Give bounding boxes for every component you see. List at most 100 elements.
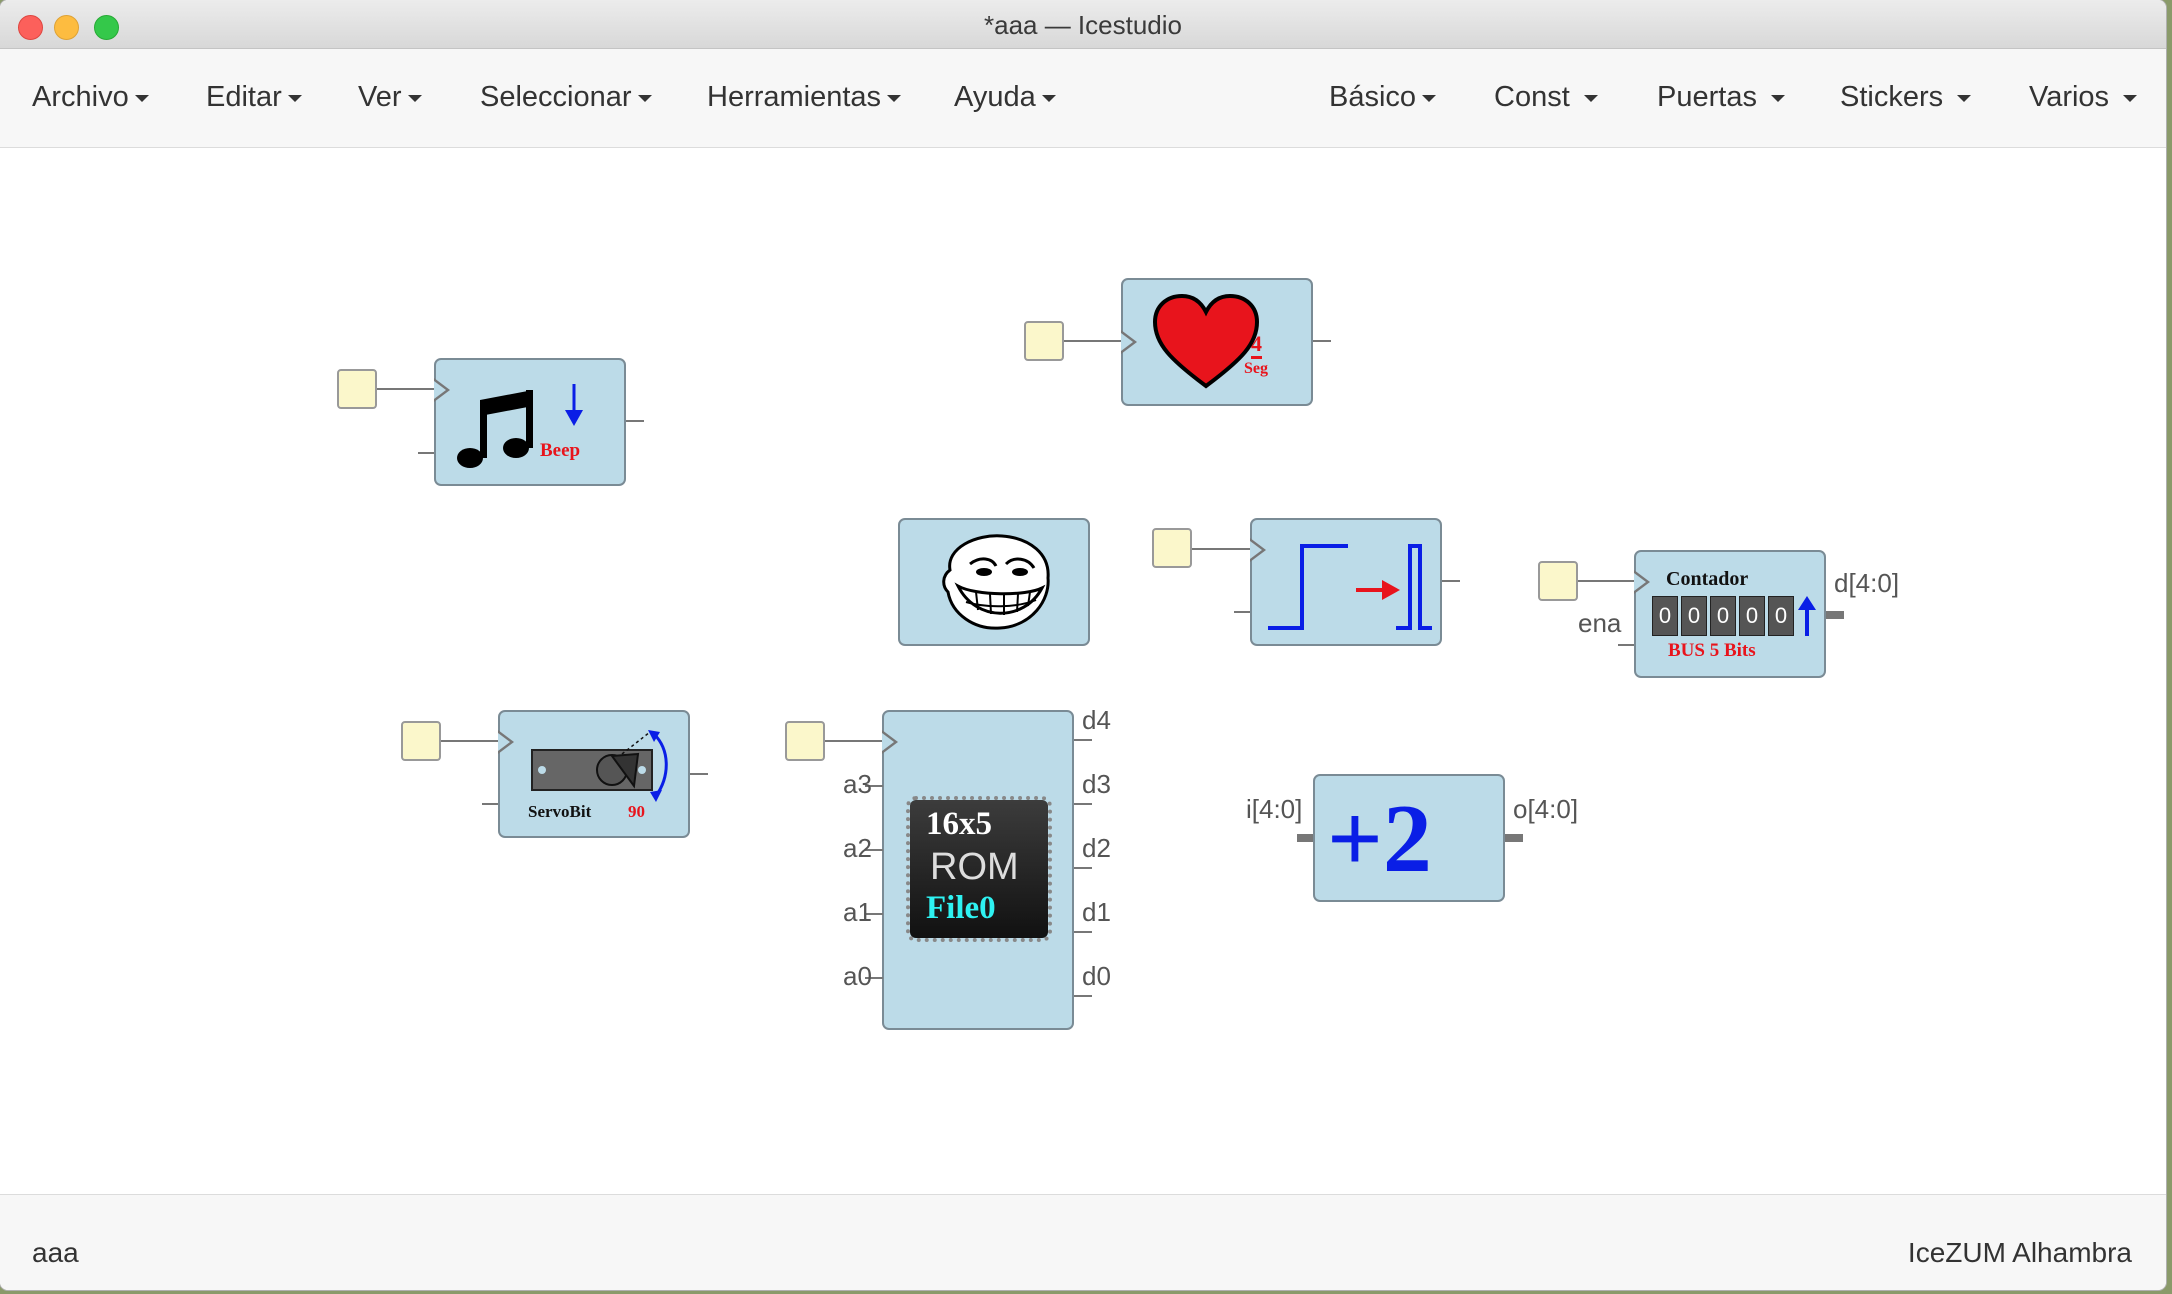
rom-chip-icon: 16x5 ROM File0: [906, 796, 1052, 942]
input-port-counter[interactable]: [1538, 561, 1578, 601]
chevron-down-icon: [1422, 94, 1437, 102]
counter-subtitle: BUS 5 Bits: [1668, 640, 1756, 661]
adder-input-label: i[4:0]: [1246, 794, 1303, 824]
heartbeat-block[interactable]: 4 Seg: [1121, 278, 1313, 406]
rom-block[interactable]: 16x5 ROM File0: [882, 710, 1074, 1030]
chevron-down-icon: [407, 94, 422, 102]
status-bar: aaa IceZUM Alhambra: [0, 1194, 2166, 1290]
chevron-down-icon: [287, 94, 302, 102]
input-port-heartbeat[interactable]: [1024, 321, 1064, 361]
app-window: *aaa — Icestudio Archivo Editar Ver Sele…: [0, 0, 2166, 1290]
title-bar: *aaa — Icestudio: [0, 0, 2166, 49]
menu-seleccionar[interactable]: Seleccionar: [480, 81, 652, 114]
menu-editar[interactable]: Editar: [206, 81, 302, 114]
pulse-block[interactable]: [1250, 518, 1442, 646]
design-canvas[interactable]: Beep 4 Seg ena Contador 0 0 0 0 0 BUS 5 …: [0, 148, 2166, 1194]
clock-input-icon: [1634, 570, 1650, 594]
chevron-down-icon: [134, 94, 149, 102]
counter-digit: 0: [1710, 596, 1736, 636]
counter-block[interactable]: Contador 0 0 0 0 0 BUS 5 Bits: [1634, 550, 1826, 678]
pin: [1074, 995, 1092, 997]
project-name: aaa: [32, 1237, 79, 1268]
menu-const[interactable]: Const: [1494, 81, 1598, 114]
menu-basico[interactable]: Básico: [1329, 81, 1437, 114]
menu-archivo[interactable]: Archivo: [32, 81, 149, 114]
counter-title: Contador: [1666, 568, 1749, 590]
pin: [1074, 803, 1092, 805]
rom-input-a3: a3: [843, 769, 872, 799]
servo-value: 90: [628, 802, 645, 821]
window-title: *aaa — Icestudio: [983, 10, 1182, 40]
troll-face-sticker[interactable]: [898, 518, 1090, 646]
heartbeat-period: 4: [1251, 332, 1262, 359]
chevron-down-icon: [887, 94, 902, 102]
rom-output-d1: d1: [1082, 897, 1111, 927]
rom-size-label: 16x5: [926, 806, 992, 842]
rom-output-d0: d0: [1082, 961, 1111, 991]
rom-output-d3: d3: [1082, 769, 1111, 799]
servo-motor-icon: [531, 730, 668, 802]
rom-input-a2: a2: [843, 833, 872, 863]
counter-digit: 0: [1652, 596, 1678, 636]
beep-block[interactable]: Beep: [434, 358, 626, 486]
servo-label: ServoBit: [528, 802, 592, 821]
rom-output-d4: d4: [1082, 705, 1111, 735]
menu-bar: Archivo Editar Ver Seleccionar Herramien…: [0, 49, 2166, 148]
rom-input-a1: a1: [843, 897, 872, 927]
edge-to-pulse-icon: [1268, 544, 1432, 630]
menu-varios[interactable]: Varios: [2029, 81, 2138, 114]
pin: [1074, 867, 1092, 869]
chevron-down-icon: [637, 94, 652, 102]
clock-input-icon: [1121, 330, 1137, 354]
counter-output-label: d[4:0]: [1834, 568, 1900, 598]
rom-type-label: ROM: [930, 846, 1019, 888]
rom-file-label: File0: [926, 890, 996, 926]
clock-input-icon: [1250, 538, 1266, 562]
adder-label: +2: [1327, 785, 1432, 893]
chevron-down-icon: [1771, 94, 1786, 102]
chevron-down-icon: [1583, 94, 1598, 102]
servo-block[interactable]: ServoBit 90: [498, 710, 690, 838]
chevron-down-icon: [1041, 94, 1056, 102]
rom-output-d2: d2: [1082, 833, 1111, 863]
rom-input-a0: a0: [843, 961, 872, 991]
wire: [1064, 340, 1122, 342]
wire: [377, 388, 435, 390]
menu-ayuda[interactable]: Ayuda: [954, 81, 1056, 114]
adder-block[interactable]: +2: [1313, 774, 1505, 902]
counter-digit: 0: [1681, 596, 1707, 636]
clock-input-icon: [498, 730, 514, 754]
menu-herramientas[interactable]: Herramientas: [707, 81, 902, 114]
wire: [1578, 580, 1636, 582]
wire: [1192, 548, 1251, 550]
adder-output-label: o[4:0]: [1513, 794, 1579, 824]
clock-input-icon: [882, 730, 898, 754]
chevron-down-icon: [2123, 94, 2138, 102]
bus-pin: [1826, 611, 1844, 619]
pin: [1074, 931, 1092, 933]
counter-digit: 0: [1739, 596, 1765, 636]
menu-ver[interactable]: Ver: [358, 81, 422, 114]
heartbeat-unit: Seg: [1244, 360, 1268, 377]
pin: [626, 420, 644, 422]
input-port-servo[interactable]: [401, 721, 441, 761]
input-port-pulse[interactable]: [1152, 528, 1192, 568]
input-port-beep[interactable]: [337, 369, 377, 409]
pin: [1074, 739, 1092, 741]
arrow-up-icon: [1798, 596, 1816, 636]
counter-digit: 0: [1768, 596, 1794, 636]
board-selector[interactable]: IceZUM Alhambra: [1908, 1237, 2132, 1269]
input-port-rom[interactable]: [785, 721, 825, 761]
bus-pin: [1505, 834, 1523, 842]
pin: [690, 773, 708, 775]
menu-stickers[interactable]: Stickers: [1840, 81, 1972, 114]
pin: [1442, 580, 1460, 582]
chevron-down-icon: [1957, 94, 1972, 102]
troll-face-icon: [942, 534, 1050, 630]
menu-puertas[interactable]: Puertas: [1657, 81, 1786, 114]
beep-label: Beep: [540, 440, 581, 461]
clock-input-icon: [434, 378, 450, 402]
pin: [1313, 340, 1331, 342]
music-note-icon: [457, 384, 583, 468]
counter-digits: 0 0 0 0 0: [1652, 596, 1794, 636]
